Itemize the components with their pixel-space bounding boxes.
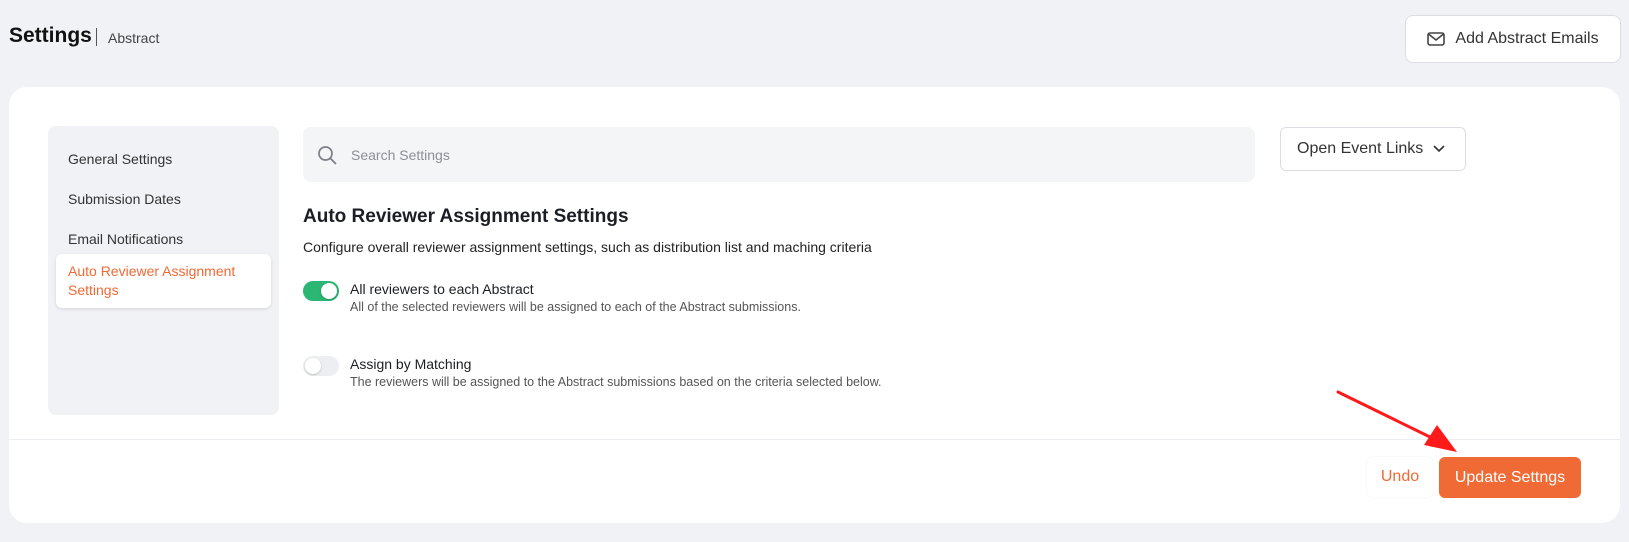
open-event-links-dropdown[interactable]: Open Event Links: [1280, 127, 1466, 171]
title-separator: [96, 28, 97, 46]
page-title: Settings: [9, 24, 92, 47]
search-settings-box[interactable]: [303, 127, 1255, 182]
all-reviewers-label: All reviewers to each Abstract: [350, 281, 534, 297]
sidebar-item-general-settings[interactable]: General Settings: [56, 142, 271, 177]
assign-by-matching-label: Assign by Matching: [350, 356, 472, 372]
section-description: Configure overall reviewer assignment se…: [303, 239, 872, 255]
mail-icon: [1427, 32, 1446, 46]
all-reviewers-toggle[interactable]: [303, 281, 339, 301]
page-subtitle: Abstract: [108, 30, 160, 46]
add-abstract-emails-button[interactable]: Add Abstract Emails: [1405, 15, 1621, 63]
update-settings-button[interactable]: Update Settngs: [1439, 457, 1581, 498]
open-event-links-label: Open Event Links: [1297, 140, 1424, 157]
chevron-down-icon: [1433, 145, 1445, 153]
sidebar-item-auto-reviewer-assignment[interactable]: Auto Reviewer Assignment Settings: [56, 254, 271, 308]
toggle-knob: [321, 283, 337, 299]
sidebar-item-email-notifications[interactable]: Email Notifications: [56, 222, 271, 257]
assign-by-matching-description: The reviewers will be assigned to the Ab…: [350, 375, 882, 389]
search-icon: [318, 145, 337, 164]
assign-by-matching-toggle[interactable]: [303, 356, 339, 376]
settings-sidebar: General Settings Submission Dates Email …: [48, 126, 279, 415]
add-abstract-emails-label: Add Abstract Emails: [1455, 30, 1599, 47]
top-bar: Settings Abstract Add Abstract Emails: [0, 0, 1629, 86]
toggle-knob: [305, 358, 321, 374]
all-reviewers-description: All of the selected reviewers will be as…: [350, 300, 801, 314]
section-title: Auto Reviewer Assignment Settings: [303, 206, 629, 227]
search-settings-input[interactable]: [351, 146, 1231, 163]
sidebar-item-submission-dates[interactable]: Submission Dates: [56, 182, 271, 217]
undo-button[interactable]: Undo: [1367, 457, 1433, 497]
footer-divider: [9, 439, 1620, 440]
